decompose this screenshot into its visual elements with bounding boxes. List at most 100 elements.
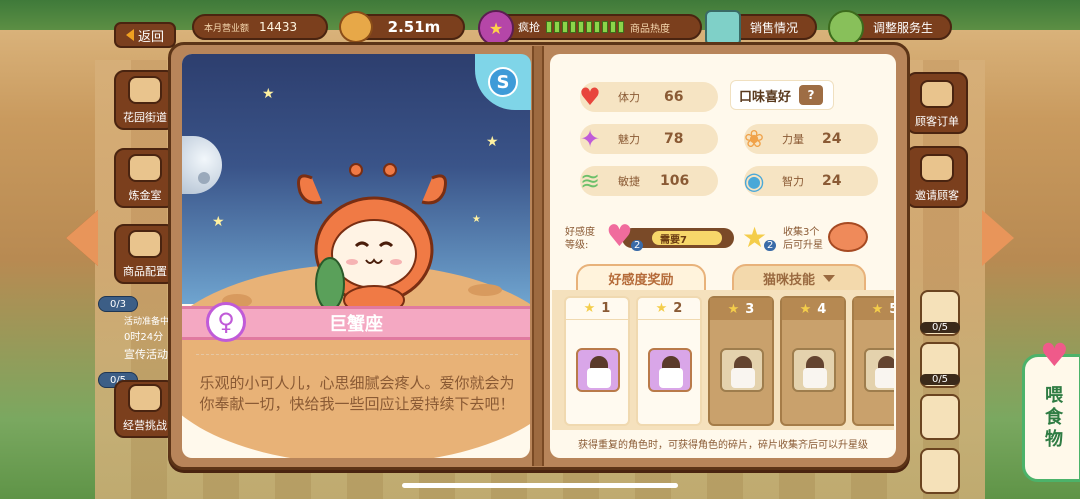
taste-unknown-icon: ? [799,85,824,105]
back-button[interactable]: 返回 [114,22,176,48]
product-config-label: 商品配置 [123,265,167,278]
charm-stat: ✦ 魅力 78 [580,124,718,154]
tab-cat-skill[interactable]: 猫咪技能 [732,264,866,292]
product-heat-display[interactable]: ★ 疯抢 商品热度 [478,10,702,46]
agility-value: 106 [660,173,690,189]
outfit-figure-body [875,368,894,388]
sales-button[interactable]: 销售情况 [705,10,817,46]
outfit-figure-body [803,368,827,388]
reward-card-level: 5 [889,301,894,317]
paw-icon: ❀ [743,125,765,153]
outfit-figure-body [731,368,755,388]
charm-value: 78 [664,131,684,147]
character-outfit-thumbnail [720,348,764,392]
crater [468,284,502,296]
star-icon: ★ [212,214,225,230]
reward-card-header: ★ 5 [854,298,894,320]
stamina-value: 66 [664,89,684,105]
reward-card-header: ★ 4 [782,298,844,320]
service-label: 调整服务生 [872,20,933,35]
sales-chart-icon [705,10,741,46]
female-gender-icon: ♀ [206,302,246,342]
waiter-cat-icon [828,10,864,46]
star-icon: ★ [583,301,596,316]
feed-food-label: 喂食物 [1042,385,1063,451]
heat-state: 疯抢 [518,21,540,34]
reward-card-list[interactable]: ★ 1 ★ 2 ★ 3 ★ 4 ★ 5 [552,290,894,430]
tab-skill-label: 猫咪技能 [762,272,815,288]
strength-label: 力量 [782,133,804,146]
alchemy-room-label: 炼金室 [128,189,162,202]
invite-customer-button[interactable]: 邀请顾客 [906,146,968,208]
heat-segment [610,21,616,33]
stamina-stat: ♥ 体力 66 [579,82,718,112]
money-value: 2.51m [387,18,441,36]
character-outfit-thumbnail [792,348,836,392]
heat-label: 商品热度 [630,23,670,35]
taste-preference[interactable]: 口味喜好 ? [730,80,834,110]
star-icon: ★ [871,301,884,317]
invite-customer-label: 邀请顾客 [915,189,959,202]
charm-label: 魅力 [618,133,640,146]
globe-button[interactable] [920,394,960,440]
chevron-down-icon [823,274,835,282]
rank-letter: S [488,67,518,97]
sparkle-icon: ✦ [579,125,601,153]
garden-street-button[interactable]: 花园街道 [114,70,176,130]
reward-card[interactable]: ★ 4 [780,296,846,426]
clipboard-icon [128,230,162,258]
strength-value: 24 [822,131,842,147]
wind-icon: ≋ [579,167,601,195]
affinity-need-text: 需要7 [660,235,687,246]
reward-card-header: ★ 2 [638,298,700,320]
revenue-display: 本月营业额 14433 [192,14,328,40]
previous-character-arrow[interactable] [66,210,98,266]
star-fragment-icon: ★ [742,221,768,254]
product-config-button[interactable]: 商品配置 [114,224,176,284]
back-label: 返回 [137,29,164,45]
intelligence-stat: ◉ 智力 24 [744,166,878,196]
promo-activity-button[interactable]: 宣传活动 [124,346,168,362]
alchemy-room-button[interactable]: 炼金室 [114,148,176,208]
reward-card-level: 3 [745,301,755,317]
book-spine [532,46,544,466]
reward-card-header: ★ 1 [566,298,628,320]
reward-card-level: 2 [673,301,683,316]
outfit-figure-body [659,368,683,388]
camera-button[interactable] [920,448,960,494]
adjust-waiter-button[interactable]: 调整服务生 [828,10,952,46]
revenue-value: 14433 [259,20,298,34]
heat-segment [570,21,576,33]
strength-stat: ❀ 力量 24 [744,124,878,154]
intelligence-label: 智力 [782,175,804,188]
sales-label: 销售情况 [749,20,798,35]
tab-affinity-reward[interactable]: 好感度奖励 [576,264,706,292]
home-indicator[interactable] [402,483,678,488]
reward-card[interactable]: ★ 3 [708,296,774,426]
cancer-cat-character [297,163,447,315]
customer-orders-label: 顾客订单 [915,115,959,128]
promo-status: 活动准备中 [124,317,170,327]
garden-street-label: 花园街道 [123,111,167,124]
reward-card[interactable]: ★ 5 [852,296,894,426]
heat-star-icon: ★ [478,10,514,46]
next-character-arrow[interactable] [982,210,1014,266]
business-challenge-button[interactable]: 经营挑战 [114,380,176,438]
affinity-heart-icon: ♥ [606,219,633,254]
money-bag-icon [339,11,373,43]
crab-fragment-icon [828,222,868,252]
promo-counter: 0/3 [98,296,138,312]
order-icon [920,80,954,108]
reward-card-level: 4 [817,301,827,317]
heat-segment [602,21,608,33]
reward-card[interactable]: ★ 1 [564,296,630,426]
cat-face-icon [920,154,954,182]
heat-segment [594,21,600,33]
money-display: 2.51m [339,11,465,43]
pan-tool-count: 0/5 [920,322,960,333]
customer-orders-button[interactable]: 顾客订单 [906,72,968,134]
lightbulb-icon: ◉ [743,167,765,195]
taste-label: 口味喜好 [739,89,792,105]
magnifier-tool-count: 0/5 [920,374,960,385]
reward-card[interactable]: ★ 2 [636,296,702,426]
